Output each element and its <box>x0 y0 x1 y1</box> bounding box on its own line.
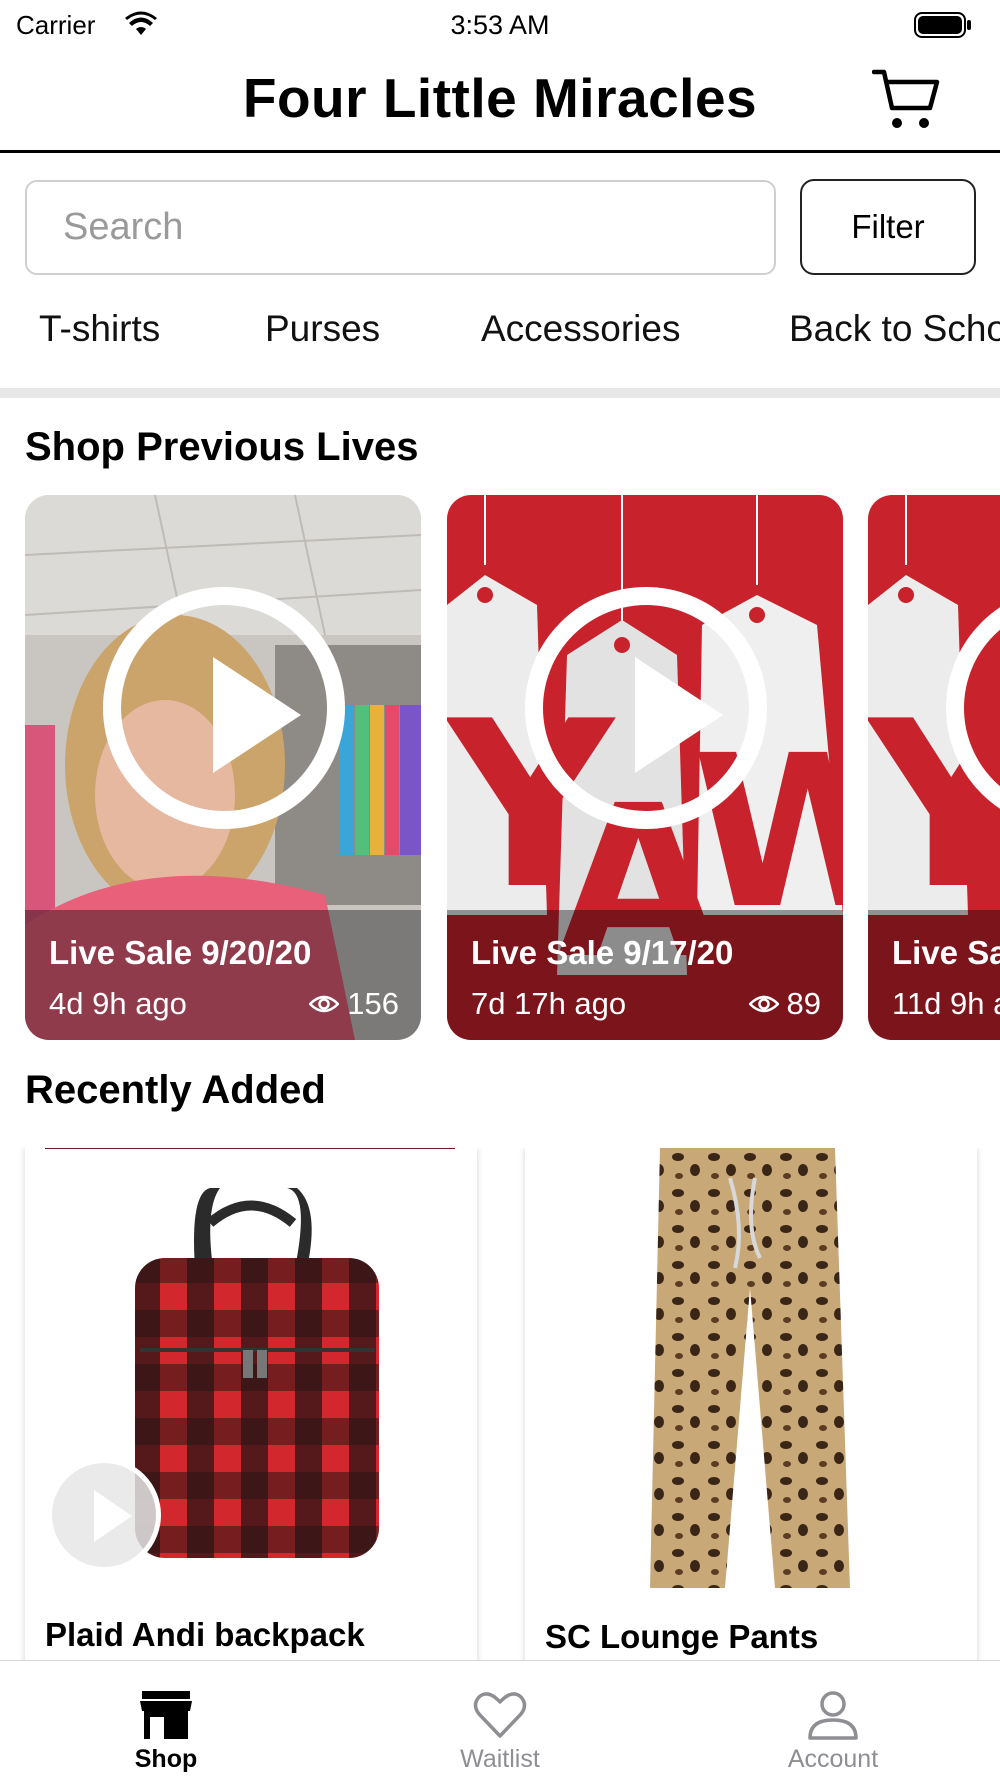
heart-icon <box>473 1692 527 1738</box>
category-back-to-school[interactable]: Back to School <box>789 308 1000 350</box>
live-time-ago: 7d 17h ago <box>471 986 627 1021</box>
live-view-count: 89 <box>786 986 821 1021</box>
live-card[interactable]: Y Live Sale 11d 9h ago <box>868 495 1000 1040</box>
user-icon <box>808 1691 858 1740</box>
category-tabs: T-shirts Purses Accessories Back to Scho… <box>0 308 1000 360</box>
status-bar: Carrier 3:53 AM <box>0 0 1000 50</box>
play-icon[interactable] <box>525 587 767 829</box>
app-title: Four Little Miracles <box>242 67 758 129</box>
eye-icon <box>309 995 340 1013</box>
products-grid: Plaid Andi backpack SC Lounge Pants <box>0 1148 1000 1660</box>
product-name: Plaid Andi backpack <box>45 1616 365 1653</box>
live-time-ago: 4d 9h ago <box>49 986 187 1021</box>
cart-icon[interactable] <box>872 68 940 132</box>
recent-section-title: Recently Added <box>25 1068 326 1112</box>
lives-section-title: Shop Previous Lives <box>25 425 419 469</box>
product-image-lounge-pants <box>650 1148 850 1588</box>
video-play-badge[interactable] <box>47 1458 161 1572</box>
live-title: Live Sale 9/20/20 <box>49 934 312 971</box>
eye-icon <box>748 995 779 1013</box>
category-accessories[interactable]: Accessories <box>481 308 680 350</box>
tab-bar: Shop Waitlist Account <box>0 1660 1000 1778</box>
tab-waitlist[interactable]: Waitlist <box>400 1661 600 1778</box>
product-name: SC Lounge Pants <box>545 1618 819 1655</box>
live-title: Live Sale <box>892 934 1000 971</box>
category-purses[interactable]: Purses <box>265 308 380 350</box>
search-input[interactable] <box>27 182 774 273</box>
live-views: 89 <box>748 986 821 1022</box>
play-icon[interactable] <box>103 587 345 829</box>
category-tshirts[interactable]: T-shirts <box>39 308 160 350</box>
product-card[interactable]: Plaid Andi backpack <box>25 1148 477 1660</box>
status-time: 3:53 AM <box>450 10 550 40</box>
battery-icon <box>914 12 971 38</box>
lives-carousel: Live Sale 9/20/20 4d 9h ago 156 Y A W Li… <box>0 495 1000 1040</box>
tab-label: Waitlist <box>460 1745 540 1773</box>
section-divider <box>0 388 1000 398</box>
filter-button[interactable]: Filter <box>800 179 976 275</box>
live-card[interactable]: Y A W Live Sale 9/17/20 7d 17h ago 89 <box>447 495 843 1040</box>
tab-shop[interactable]: Shop <box>66 1661 266 1778</box>
live-time-ago: 11d 9h ago <box>892 986 1000 1021</box>
live-title: Live Sale 9/17/20 <box>471 934 734 971</box>
product-card[interactable]: SC Lounge Pants <box>525 1148 977 1660</box>
live-card[interactable]: Live Sale 9/20/20 4d 9h ago 156 <box>25 495 421 1040</box>
live-view-count: 156 <box>347 986 399 1021</box>
app-header: Four Little Miracles <box>0 50 1000 153</box>
tab-account[interactable]: Account <box>733 1661 933 1778</box>
tab-label: Account <box>787 1745 879 1773</box>
store-icon <box>140 1691 192 1739</box>
live-views: 156 <box>309 986 399 1022</box>
search-field[interactable] <box>25 180 776 275</box>
tab-label: Shop <box>134 1745 198 1773</box>
